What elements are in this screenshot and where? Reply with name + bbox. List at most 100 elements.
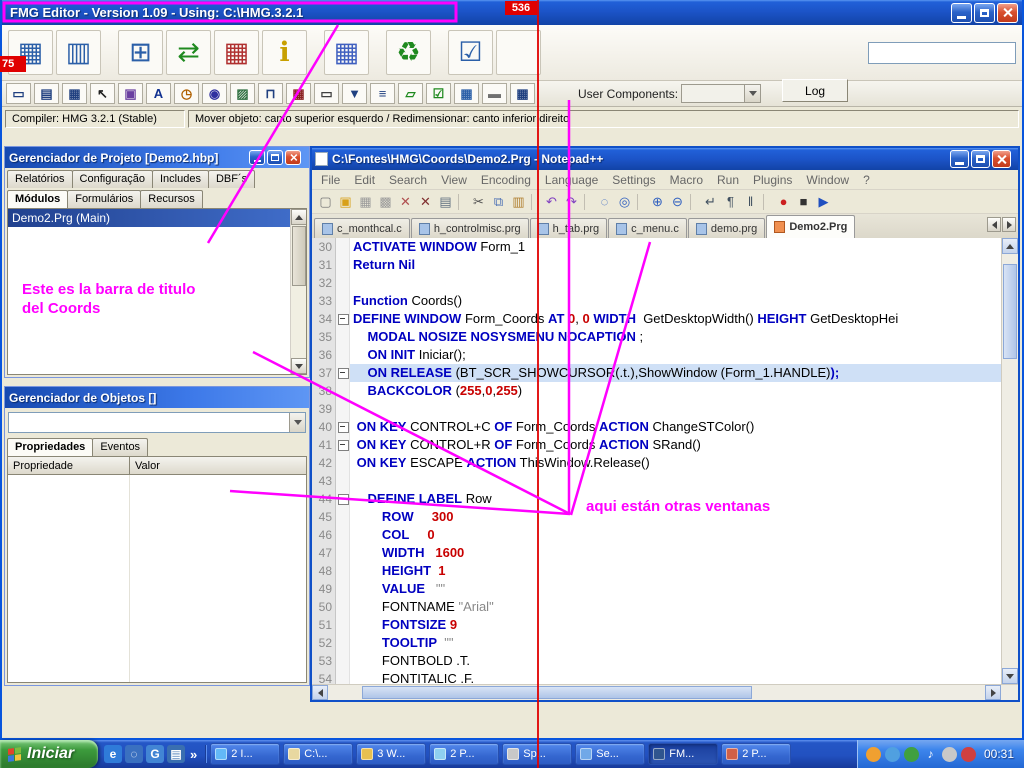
project-tab-includes[interactable]: Includes <box>152 170 209 188</box>
replace-icon[interactable]: ◎ <box>615 192 634 211</box>
task-button-6[interactable]: Se... <box>575 743 645 765</box>
editor-vertical-scrollbar[interactable] <box>1001 238 1018 684</box>
tab-demo2-prg[interactable]: Demo2.Prg <box>766 215 855 238</box>
menu-language[interactable]: Language <box>538 171 605 189</box>
fold-marker-icon[interactable] <box>336 418 350 436</box>
show-all-chars-icon[interactable]: ¶ <box>721 192 740 211</box>
task-button-8[interactable]: 2 P... <box>721 743 791 765</box>
scroll-left-button[interactable] <box>312 685 328 700</box>
close-all-icon[interactable]: ✕ <box>416 192 435 211</box>
align-tools-icon[interactable]: ℹ <box>262 30 307 75</box>
radio-button-icon[interactable]: ◉ <box>202 83 227 104</box>
scroll-down-button[interactable] <box>1002 668 1018 684</box>
code-line-36[interactable]: 36 ON INIT Iniciar(); <box>312 346 1018 364</box>
undo-icon[interactable]: ↶ <box>542 192 561 211</box>
edit-grid-icon[interactable]: ▦ <box>214 30 259 75</box>
code-line-31[interactable]: 31Return Nil <box>312 256 1018 274</box>
menu-item[interactable]: ? <box>856 171 877 189</box>
scroll-down-button[interactable] <box>291 358 307 374</box>
project-list-scrollbar[interactable] <box>290 209 306 374</box>
new-file-icon[interactable]: ▢ <box>316 192 335 211</box>
close-button[interactable] <box>997 3 1018 23</box>
zoom-in-icon[interactable]: ⊕ <box>648 192 667 211</box>
menu-file[interactable]: File <box>314 171 347 189</box>
project-tab-m-dulos[interactable]: Módulos <box>7 190 68 208</box>
close-file-icon[interactable]: ✕ <box>396 192 415 211</box>
data-grid-icon[interactable]: ▦ <box>324 30 369 75</box>
build-checklist-icon[interactable]: ☑ <box>448 30 493 75</box>
objects-tab-eventos[interactable]: Eventos <box>92 438 148 456</box>
notepad-minimize-button[interactable] <box>950 150 969 168</box>
antivirus-icon[interactable] <box>904 747 919 762</box>
scroll-right-button[interactable] <box>985 685 1001 700</box>
internet-explorer-icon[interactable]: e <box>104 745 122 763</box>
zoom-out-icon[interactable]: ⊖ <box>668 192 687 211</box>
tab-c-monthcal-c[interactable]: c_monthcal.c <box>314 218 410 238</box>
project-minimize-button[interactable] <box>249 150 265 165</box>
project-panel-titlebar[interactable]: Gerenciador de Projeto [Demo2.hbp] <box>5 147 309 168</box>
scrollbar-thumb[interactable] <box>1003 264 1017 359</box>
save-all-icon[interactable]: ▩ <box>376 192 395 211</box>
label-icon[interactable]: A <box>146 83 171 104</box>
text-box-icon[interactable]: ▭ <box>314 83 339 104</box>
combo-dropdown-button[interactable] <box>289 413 305 432</box>
list-item[interactable]: Demo2.Prg (Main) <box>8 209 290 227</box>
tab-scroll-right-button[interactable] <box>1002 217 1016 232</box>
google-desktop-icon[interactable] <box>866 747 881 762</box>
picture-icon[interactable]: ▨ <box>230 83 255 104</box>
tab-c-menu-c[interactable]: c_menu.c <box>608 218 687 238</box>
list-box-icon[interactable]: ≡ <box>370 83 395 104</box>
objects-panel-titlebar[interactable]: Gerenciador de Objetos [] <box>5 387 309 408</box>
code-line-41[interactable]: 41 ON KEY CONTROL+R OF Form_Coords ACTIO… <box>312 436 1018 454</box>
menu-settings[interactable]: Settings <box>605 171 662 189</box>
code-line-54[interactable]: 54 FONTITALIC .F. <box>312 670 1018 684</box>
code-line-50[interactable]: 50 FONTNAME "Arial" <box>312 598 1018 616</box>
quick-launch-overflow-chevron[interactable]: » <box>188 747 199 762</box>
project-tab-dbf-s[interactable]: DBF´s <box>208 170 255 188</box>
code-line-34[interactable]: 34DEFINE WINDOW Form_Coords AT 0, 0 WIDT… <box>312 310 1018 328</box>
status-bar-icon[interactable]: ▬ <box>482 83 507 104</box>
notepad-restore-button[interactable] <box>971 150 990 168</box>
combo-box-icon[interactable]: ▼ <box>342 83 367 104</box>
volume-icon[interactable]: ♪ <box>923 747 938 762</box>
tab-control-icon[interactable]: ⊓ <box>258 83 283 104</box>
toolbar-search-input[interactable] <box>868 42 1016 64</box>
refresh-icon[interactable]: ♻ <box>386 30 431 75</box>
save-icon[interactable]: ▦ <box>356 192 375 211</box>
copy-icon[interactable]: ⧉ <box>489 192 508 211</box>
code-line-53[interactable]: 53 FONTBOLD .T. <box>312 652 1018 670</box>
window-icon[interactable]: ▭ <box>6 83 31 104</box>
tab-h-tab-prg[interactable]: h_tab.prg <box>530 218 607 238</box>
objects-tab-propriedades[interactable]: Propriedades <box>7 438 93 456</box>
paste-icon[interactable]: ▥ <box>509 192 528 211</box>
code-line-46[interactable]: 46 COL 0 <box>312 526 1018 544</box>
scroll-up-button[interactable] <box>1002 238 1018 254</box>
macro-record-icon[interactable]: ● <box>774 192 793 211</box>
open-file-icon[interactable]: ▣ <box>336 192 355 211</box>
code-line-38[interactable]: 38 BACKCOLOR (255,0,255) <box>312 382 1018 400</box>
code-line-49[interactable]: 49 VALUE "" <box>312 580 1018 598</box>
progress-bar-icon[interactable]: ▱ <box>398 83 423 104</box>
macro-play-icon[interactable]: ▶ <box>814 192 833 211</box>
project-close-button[interactable] <box>285 150 301 165</box>
code-line-30[interactable]: 30ACTIVATE WINDOW Form_1 <box>312 238 1018 256</box>
word-wrap-icon[interactable]: ↵ <box>701 192 720 211</box>
minimize-button[interactable] <box>951 3 972 23</box>
user-components-combo[interactable] <box>681 84 761 103</box>
google-icon[interactable]: G <box>146 745 164 763</box>
grid-icon[interactable]: ▦ <box>62 83 87 104</box>
maximize-button[interactable] <box>974 3 995 23</box>
toolbox-icon[interactable]: ▣ <box>118 83 143 104</box>
task-button-4[interactable]: 2 P... <box>429 743 499 765</box>
code-line-51[interactable]: 51 FONTSIZE 9 <box>312 616 1018 634</box>
tab-demo-prg[interactable]: demo.prg <box>688 218 765 238</box>
redo-icon[interactable]: ↷ <box>562 192 581 211</box>
messenger-icon[interactable] <box>885 747 900 762</box>
desktop-search-icon[interactable]: ◌ <box>125 745 143 763</box>
fold-marker-icon[interactable] <box>336 364 350 382</box>
fold-marker-icon[interactable] <box>336 490 350 508</box>
code-line-40[interactable]: 40 ON KEY CONTROL+C OF Form_Coords ACTIO… <box>312 418 1018 436</box>
indent-guide-icon[interactable]: ‖ <box>741 192 760 211</box>
menu-edit[interactable]: Edit <box>347 171 382 189</box>
data-table-icon[interactable]: ▦ <box>510 83 535 104</box>
